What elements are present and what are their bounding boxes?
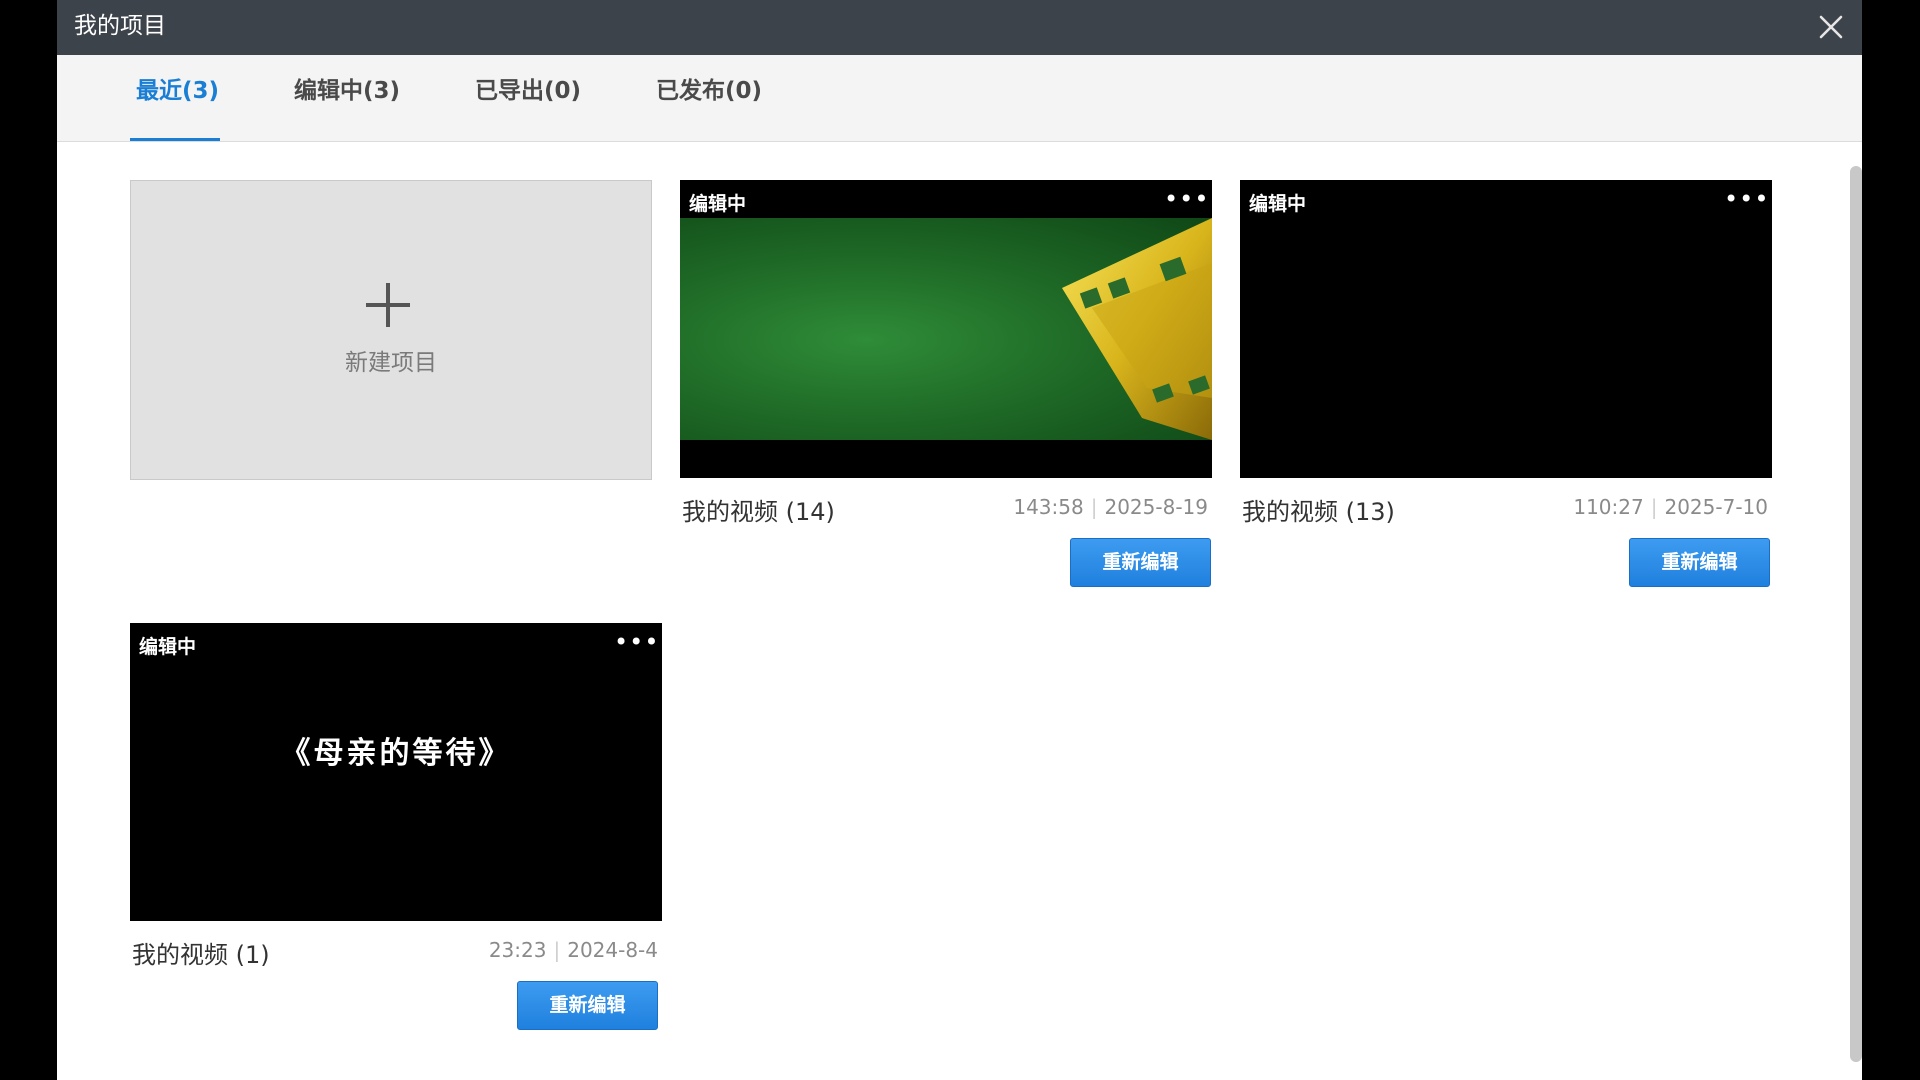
project-thumbnail[interactable]: 编辑中 ••• xyxy=(1240,180,1772,478)
status-badge: 编辑中 xyxy=(139,636,197,658)
thumbnail-title-text: 《母亲的等待》 xyxy=(280,736,512,771)
status-badge: 编辑中 xyxy=(689,193,747,215)
status-badge: 编辑中 xyxy=(1249,193,1307,215)
new-project-label: 新建项目 xyxy=(345,350,437,376)
project-card: 编辑中 ••• 我的视频 (14) 143:58 | 2025-8-19 重新编辑 xyxy=(680,180,1212,590)
project-duration: 23:23 xyxy=(488,938,547,962)
project-card: 编辑中 ••• 《母亲的等待》 我的视频 (1) 23:23 | 2024-8-4 … xyxy=(130,623,662,1033)
reedit-button[interactable]: 重新编辑 xyxy=(1629,538,1770,587)
tab-published[interactable]: 已发布(0) xyxy=(656,55,762,141)
scrollbar-thumb[interactable] xyxy=(1850,166,1862,1062)
project-name: 我的视频 (14) xyxy=(682,498,835,526)
project-meta: 110:27 | 2025-7-10 xyxy=(1573,495,1768,519)
more-icon[interactable]: ••• xyxy=(1724,187,1768,212)
film-reel-graphic xyxy=(1062,218,1212,440)
project-thumbnail[interactable]: 编辑中 ••• 《母亲的等待》 xyxy=(130,623,662,921)
project-meta: 23:23 | 2024-8-4 xyxy=(489,938,658,962)
project-name: 我的视频 (1) xyxy=(132,941,270,969)
meta-separator: | xyxy=(1090,495,1098,519)
title-bar: 我的项目 xyxy=(57,0,1862,55)
project-name: 我的视频 (13) xyxy=(1242,498,1395,526)
scrollbar[interactable] xyxy=(1847,142,1862,1080)
project-card: 编辑中 ••• 我的视频 (13) 110:27 | 2025-7-10 重新编辑 xyxy=(1240,180,1772,590)
project-meta: 143:58 | 2025-8-19 xyxy=(1013,495,1208,519)
tab-recent[interactable]: 最近(3) xyxy=(136,55,219,141)
project-grid: 新建项目 编辑中 ••• 我的视频 (14) 143:58 | 2025-8-1… xyxy=(57,142,1847,1080)
project-date: 2024-8-4 xyxy=(567,938,658,962)
window-title: 我的项目 xyxy=(74,13,166,39)
my-projects-dialog: 我的项目 最近(3) 编辑中(3) 已导出(0) 已发布(0) 新建项目 编辑中… xyxy=(57,0,1862,1080)
active-tab-indicator xyxy=(130,138,220,141)
reedit-button[interactable]: 重新编辑 xyxy=(517,981,658,1030)
project-duration: 110:27 xyxy=(1573,495,1644,519)
meta-separator: | xyxy=(553,938,561,962)
project-date: 2025-7-10 xyxy=(1664,495,1768,519)
project-thumbnail[interactable]: 编辑中 ••• xyxy=(680,180,1212,478)
reedit-button[interactable]: 重新编辑 xyxy=(1070,538,1211,587)
more-icon[interactable]: ••• xyxy=(614,630,658,655)
more-icon[interactable]: ••• xyxy=(1164,187,1208,212)
tab-bar: 最近(3) 编辑中(3) 已导出(0) 已发布(0) xyxy=(57,55,1862,142)
project-date: 2025-8-19 xyxy=(1104,495,1208,519)
project-duration: 143:58 xyxy=(1013,495,1084,519)
plus-icon xyxy=(366,283,410,327)
close-icon[interactable] xyxy=(1818,14,1844,40)
tab-editing[interactable]: 编辑中(3) xyxy=(294,55,400,141)
meta-separator: | xyxy=(1650,495,1658,519)
tab-exported[interactable]: 已导出(0) xyxy=(475,55,581,141)
new-project-card[interactable]: 新建项目 xyxy=(130,180,652,480)
